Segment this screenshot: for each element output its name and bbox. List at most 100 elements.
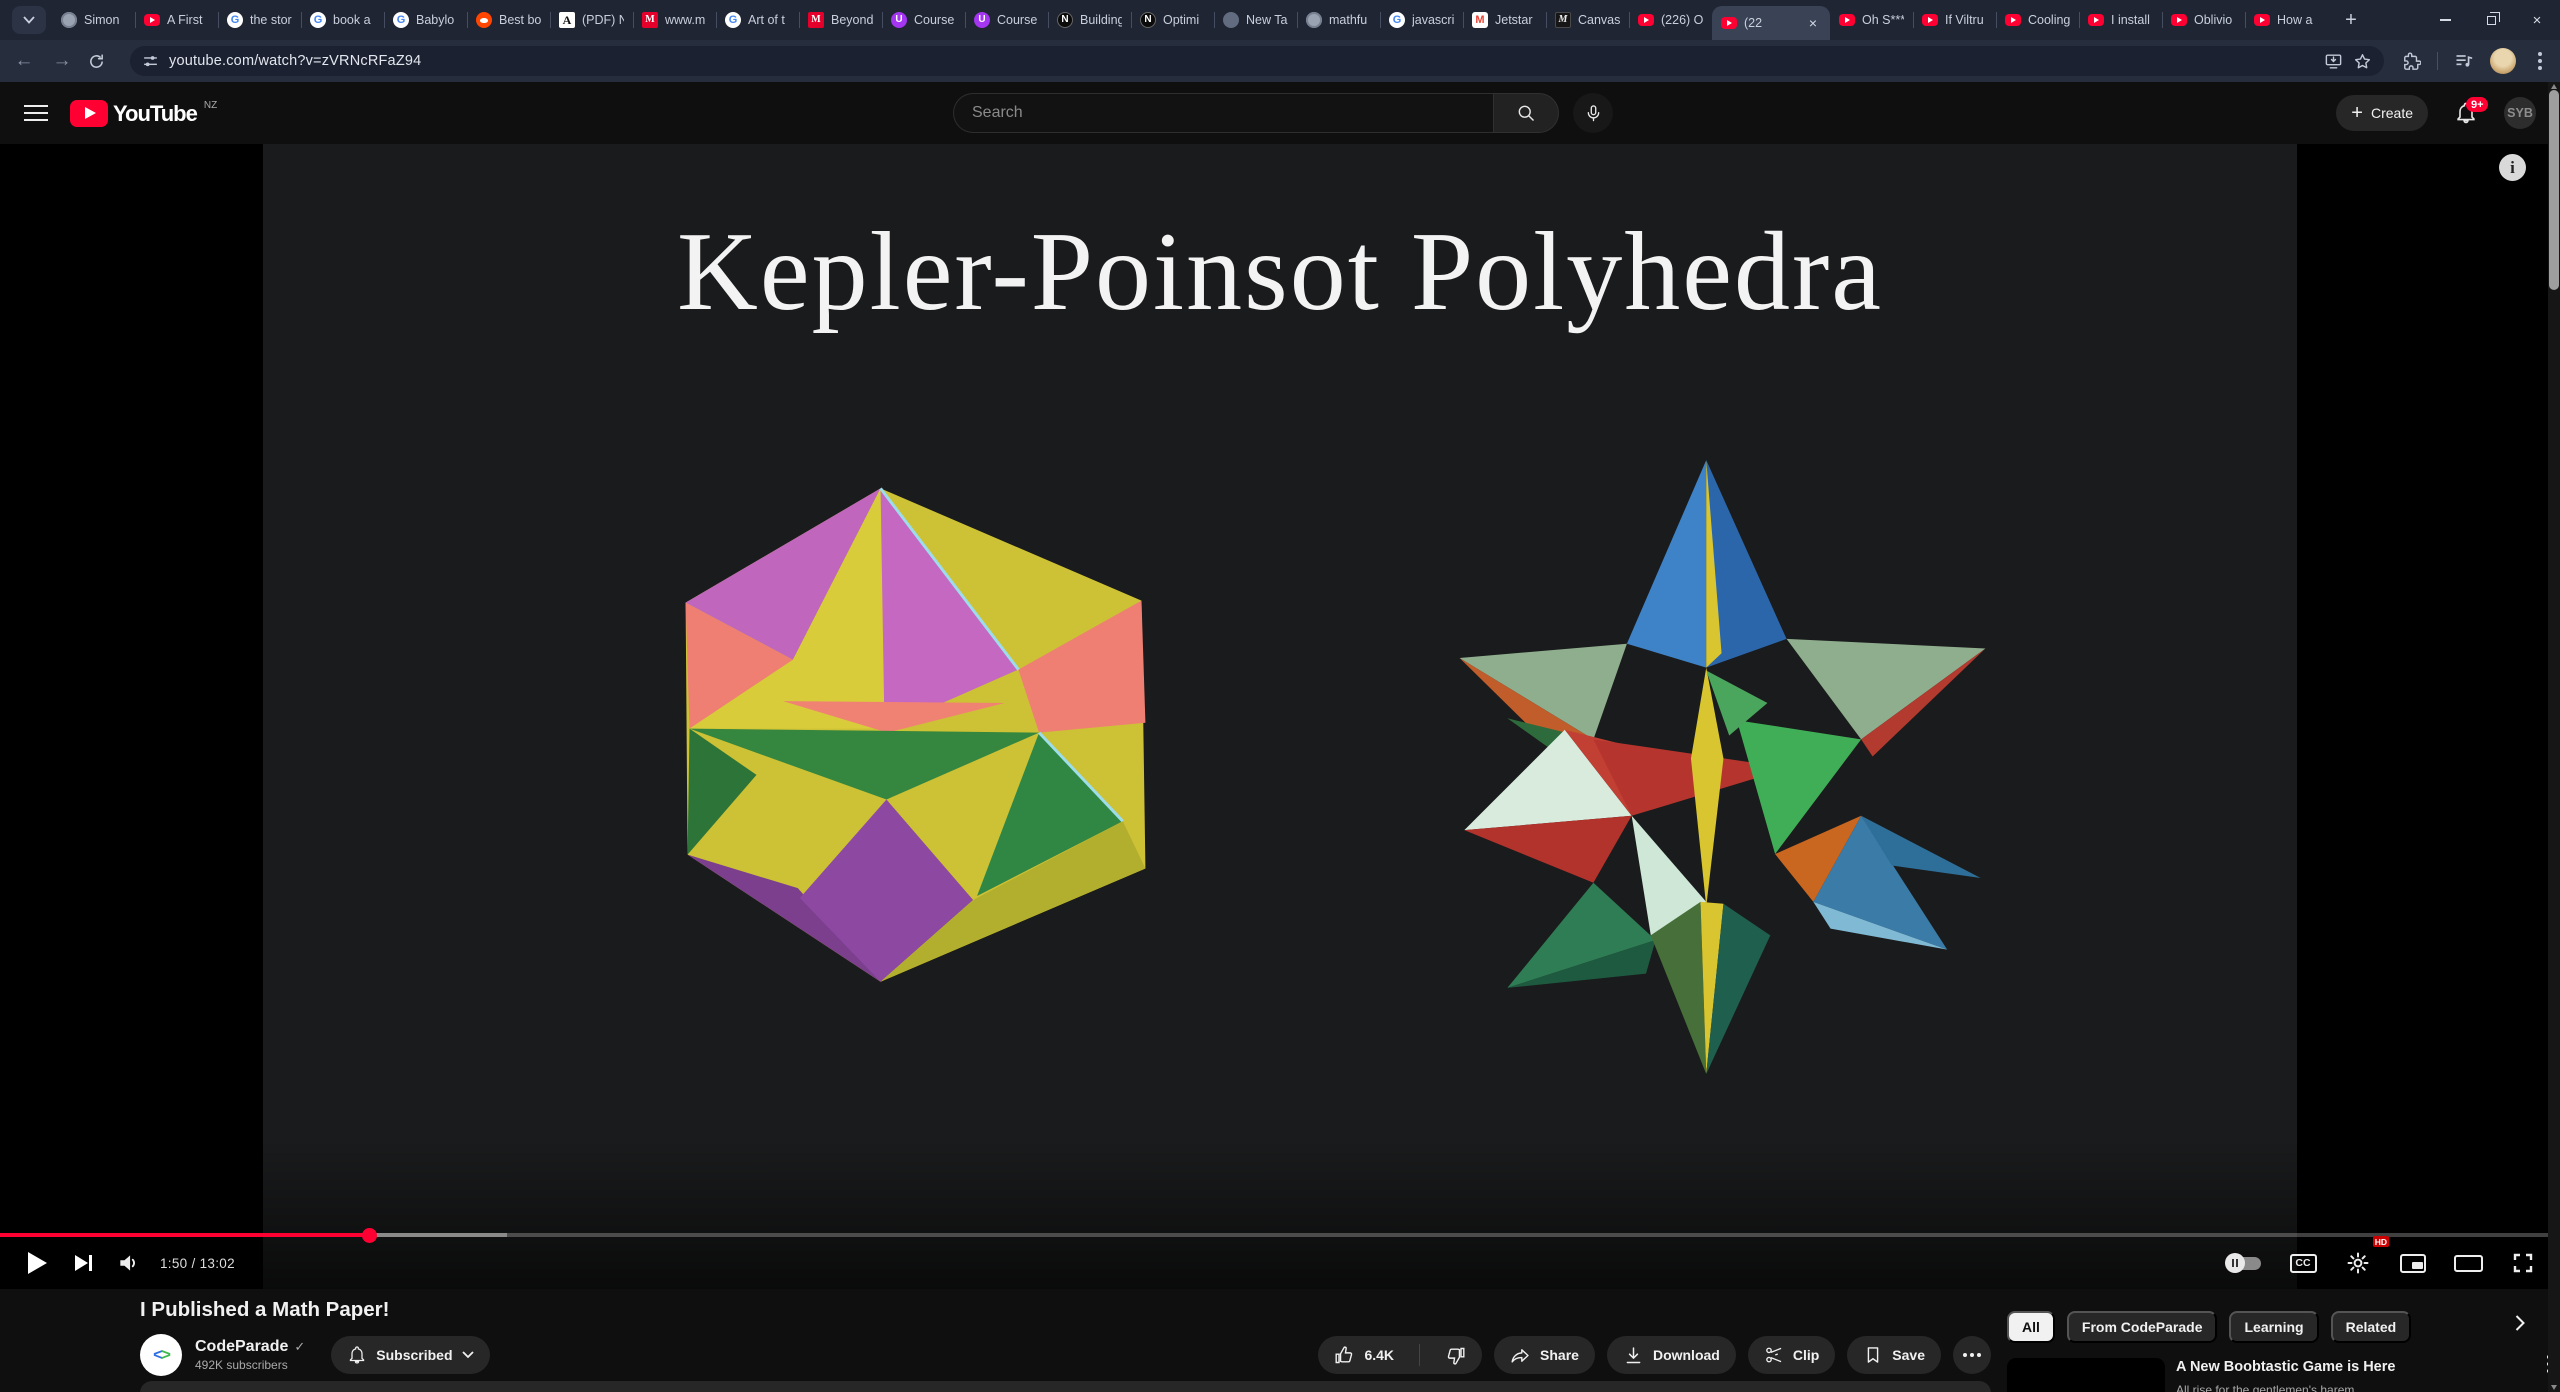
captions-button[interactable]: CC — [2280, 1240, 2326, 1286]
install-app-icon[interactable] — [2324, 52, 2343, 71]
browser-tab[interactable]: How a × — [2245, 0, 2328, 40]
guide-hamburger-icon[interactable] — [24, 101, 48, 125]
bookmark-save-icon — [1863, 1345, 1883, 1365]
next-button[interactable] — [60, 1240, 106, 1286]
scrollbar-down-arrow[interactable] — [2551, 1385, 2557, 1390]
browser-tab[interactable]: the stor × — [218, 0, 301, 40]
related-video-item[interactable]: A New Boobtastic Game is Here All rise f… — [2007, 1358, 2553, 1392]
related-video-title[interactable]: A New Boobtastic Game is Here — [2176, 1358, 2527, 1378]
browser-tab[interactable]: Babylo × — [384, 0, 467, 40]
browser-tab[interactable]: Course × — [965, 0, 1048, 40]
browser-tab[interactable]: Optimi × — [1131, 0, 1214, 40]
browser-tab[interactable]: Simon × — [52, 0, 135, 40]
chip-label: All — [2022, 1319, 2040, 1335]
fullscreen-button[interactable] — [2500, 1240, 2546, 1286]
filter-chip[interactable]: Related — [2331, 1311, 2412, 1343]
browser-tab[interactable]: Best bo × — [467, 0, 550, 40]
dislike-button[interactable] — [1429, 1336, 1482, 1374]
browser-tab[interactable]: Canvas × — [1546, 0, 1629, 40]
share-button[interactable]: Share — [1494, 1336, 1595, 1374]
browser-tab[interactable]: New Ta × — [1214, 0, 1297, 40]
media-queue-icon[interactable] — [2454, 51, 2474, 71]
youtube-logo[interactable]: YouTube NZ — [70, 100, 217, 127]
browser-menu-kebab-icon[interactable] — [2538, 59, 2542, 63]
tab-favicon — [1638, 14, 1654, 26]
scrollbar-up-arrow[interactable] — [2551, 84, 2557, 89]
gear-icon — [2346, 1251, 2370, 1275]
settings-button[interactable]: HD — [2335, 1240, 2381, 1286]
filter-chip[interactable]: From CodeParade — [2067, 1311, 2218, 1343]
browser-tab[interactable]: Beyond × — [799, 0, 882, 40]
browser-tab[interactable]: (22 × — [1712, 6, 1830, 40]
tab-favicon — [559, 12, 575, 28]
browser-tab[interactable]: Building × — [1048, 0, 1131, 40]
browser-tab[interactable]: (PDF) N × — [550, 0, 633, 40]
filter-chip[interactable]: Learning — [2229, 1311, 2318, 1343]
filter-chip[interactable]: All — [2007, 1311, 2055, 1343]
browser-tab[interactable]: book a × — [301, 0, 384, 40]
browser-tab[interactable]: Jetstar × — [1463, 0, 1546, 40]
browser-tab[interactable]: www.m × — [633, 0, 716, 40]
voice-search-mic-icon[interactable] — [1573, 93, 1613, 133]
tab-close-icon[interactable]: × — [1805, 15, 1821, 31]
back-icon[interactable]: ← — [12, 50, 36, 72]
extensions-puzzle-icon[interactable] — [2402, 52, 2421, 71]
url-text[interactable]: youtube.com/watch?v=zVRNcRFaZ94 — [169, 53, 2314, 69]
url-omnibox[interactable]: youtube.com/watch?v=zVRNcRFaZ94 — [130, 46, 2384, 76]
more-actions-button[interactable] — [1953, 1336, 1991, 1374]
create-button[interactable]: + Create — [2336, 95, 2428, 131]
channel-name[interactable]: CodeParade — [195, 1338, 288, 1356]
autoplay-toggle[interactable] — [2227, 1257, 2261, 1270]
browser-tab[interactable]: mathfu × — [1297, 0, 1380, 40]
browser-tab[interactable]: Art of t × — [716, 0, 799, 40]
tab-search-button[interactable] — [12, 6, 46, 34]
like-button[interactable]: 6.4K — [1318, 1336, 1410, 1374]
browser-tab[interactable]: A First × — [135, 0, 218, 40]
header-actions: + Create 9+ SYB — [2336, 95, 2536, 131]
browser-tab[interactable]: I install × — [2079, 0, 2162, 40]
site-info-tune-icon[interactable] — [142, 53, 159, 70]
clip-button[interactable]: Clip — [1748, 1336, 1835, 1374]
browser-profile-avatar[interactable] — [2490, 48, 2516, 74]
browser-tab[interactable]: Oblivio × — [2162, 0, 2245, 40]
save-button[interactable]: Save — [1847, 1336, 1941, 1374]
search-button[interactable] — [1493, 93, 1559, 133]
browser-tab[interactable]: If Viltru × — [1913, 0, 1996, 40]
reload-icon[interactable] — [88, 53, 112, 70]
scrollbar-thumb[interactable] — [2549, 90, 2559, 290]
volume-button[interactable] — [106, 1240, 152, 1286]
video-info-icon[interactable]: i — [2499, 154, 2526, 181]
page-scrollbar[interactable] — [2548, 82, 2560, 1392]
cc-icon: CC — [2290, 1254, 2317, 1273]
tab-label: Course — [997, 13, 1039, 27]
bookmark-star-icon[interactable] — [2353, 52, 2372, 71]
tab-label: I install — [2111, 13, 2153, 27]
channel-avatar[interactable]: <> — [140, 1334, 182, 1376]
ellipsis-icon — [1970, 1353, 1974, 1357]
description-box-top[interactable] — [140, 1381, 1991, 1392]
window-restore-button[interactable] — [2468, 0, 2514, 40]
notifications-bell-icon[interactable]: 9+ — [2454, 101, 2478, 125]
account-avatar[interactable]: SYB — [2504, 97, 2536, 129]
player-controls: 1:50 / 13:02 CC HD — [0, 1237, 2560, 1289]
play-button[interactable] — [14, 1240, 60, 1286]
search-input[interactable] — [953, 93, 1493, 133]
window-minimize-button[interactable] — [2422, 0, 2468, 40]
forward-icon[interactable]: → — [50, 50, 74, 72]
tab-favicon — [1839, 14, 1855, 26]
new-tab-button[interactable]: + — [2336, 5, 2366, 35]
chip-label: Related — [2346, 1319, 2397, 1335]
browser-tab[interactable]: (226) O × — [1629, 0, 1712, 40]
subscribed-button[interactable]: Subscribed — [331, 1336, 489, 1374]
window-close-button[interactable]: × — [2514, 0, 2560, 40]
theater-mode-button[interactable] — [2445, 1240, 2491, 1286]
related-video-thumbnail[interactable] — [2007, 1358, 2165, 1392]
miniplayer-button[interactable] — [2390, 1240, 2436, 1286]
browser-tab[interactable]: Course × — [882, 0, 965, 40]
chips-scroll-chevron-icon[interactable] — [2515, 1315, 2525, 1331]
download-button[interactable]: Download — [1607, 1336, 1736, 1374]
browser-tab[interactable]: Cooling × — [1996, 0, 2079, 40]
browser-tab[interactable]: javascri × — [1380, 0, 1463, 40]
video-player[interactable]: Kepler-Poinsot Polyhedra — [0, 144, 2560, 1289]
browser-tab[interactable]: Oh S*** × — [1830, 0, 1913, 40]
